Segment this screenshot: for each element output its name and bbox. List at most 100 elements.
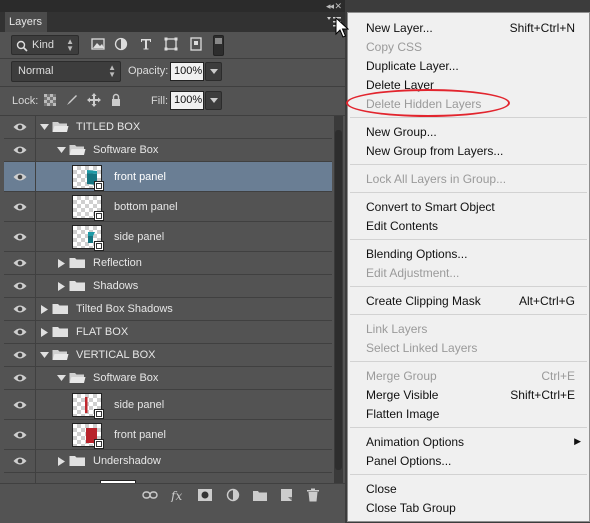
layer-group-row[interactable]: Software Box	[4, 139, 332, 162]
eye-icon	[13, 328, 27, 336]
menu-item-panel-options[interactable]: Panel Options...	[366, 454, 581, 469]
menu-item-label: Copy CSS	[366, 40, 423, 54]
layer-name: front panel	[114, 428, 166, 441]
lock-image-pixels-icon[interactable]	[65, 93, 79, 107]
menu-item-label: Panel Options...	[366, 454, 452, 468]
expand-triangle-down-icon[interactable]	[40, 123, 49, 132]
expand-triangle-right-icon[interactable]	[40, 328, 49, 337]
link-icon[interactable]	[142, 488, 158, 502]
eye-icon	[13, 457, 27, 465]
layer-row[interactable]: front panel	[4, 420, 332, 450]
new-layer-icon[interactable]	[279, 488, 295, 502]
menu-separator	[350, 286, 587, 287]
visibility-toggle[interactable]	[4, 344, 36, 366]
layer-row[interactable]: bottom panel	[4, 192, 332, 222]
scrollbar-thumb[interactable]	[335, 130, 342, 470]
folder-open-icon	[52, 350, 69, 360]
menu-item-new-group[interactable]: New Group...	[366, 125, 581, 140]
visibility-toggle[interactable]	[4, 420, 36, 449]
visibility-toggle[interactable]	[4, 450, 36, 472]
menu-item-close-tab-group[interactable]: Close Tab Group	[366, 501, 581, 516]
expand-triangle-down-icon[interactable]	[57, 374, 66, 383]
smart-object-badge-icon	[94, 438, 104, 449]
expand-triangle-down-icon[interactable]	[57, 146, 66, 155]
layer-group-row[interactable]: Reflection	[4, 252, 332, 275]
expand-triangle-right-icon[interactable]	[57, 259, 66, 268]
menu-item-close[interactable]: Close	[366, 482, 581, 497]
visibility-toggle[interactable]	[4, 252, 36, 274]
menu-item-merge-visible[interactable]: Merge Visible Shift+Ctrl+E	[366, 388, 581, 403]
visibility-toggle[interactable]	[4, 116, 36, 138]
menu-item-edit-contents[interactable]: Edit Contents	[366, 219, 581, 234]
expand-triangle-right-icon[interactable]	[57, 457, 66, 466]
trash-icon[interactable]	[305, 488, 321, 502]
layer-group-row[interactable]: VERTICAL BOX	[4, 344, 332, 367]
fill-input[interactable]: 100%	[170, 91, 204, 110]
close-panel-button[interactable]: ✕	[334, 0, 342, 12]
layer-row[interactable]: front panel	[4, 162, 332, 192]
opacity-dropdown-button[interactable]	[205, 62, 222, 81]
menu-item-select-linked-layers: Select Linked Layers	[366, 341, 581, 356]
fill-dropdown-button[interactable]	[205, 91, 222, 110]
expand-triangle-right-icon[interactable]	[40, 305, 49, 314]
collapse-panel-button[interactable]: ◂◂	[326, 0, 334, 12]
menu-item-blending-options[interactable]: Blending Options...	[366, 247, 581, 262]
expand-triangle-right-icon[interactable]	[57, 282, 66, 291]
menu-item-convert-to-smart-object[interactable]: Convert to Smart Object	[366, 200, 581, 215]
layer-group-row[interactable]: Tilted Box Shadows	[4, 298, 332, 321]
menu-separator	[350, 314, 587, 315]
highlight-annotation-ring	[346, 89, 510, 117]
visibility-toggle[interactable]	[4, 139, 36, 161]
adjustment-layer-filter-icon[interactable]	[113, 36, 129, 52]
layer-group-row[interactable]: Undershadow	[4, 450, 332, 473]
tab-layers[interactable]: Layers	[5, 12, 47, 32]
layer-group-row[interactable]: Shadows	[4, 275, 332, 298]
visibility-toggle[interactable]	[4, 192, 36, 221]
visibility-toggle[interactable]	[4, 321, 36, 343]
fx-icon[interactable]: fx	[170, 488, 186, 502]
layer-row[interactable]	[4, 473, 332, 483]
menu-item-label: Select Linked Layers	[366, 341, 478, 355]
blend-mode-select[interactable]: Normal ▲ ▼	[11, 61, 121, 82]
lock-all-icon[interactable]	[109, 93, 123, 107]
menu-separator	[350, 361, 587, 362]
menu-item-new-layer[interactable]: New Layer... Shift+Ctrl+N	[366, 21, 581, 36]
folder-icon[interactable]	[252, 488, 268, 502]
visibility-toggle[interactable]	[4, 390, 36, 419]
filter-kind-select[interactable]: Kind ▲ ▼	[11, 35, 79, 55]
menu-item-shortcut: Ctrl+E	[541, 369, 575, 383]
visibility-toggle[interactable]	[4, 222, 36, 251]
menu-item-new-group-from-layers[interactable]: New Group from Layers...	[366, 144, 581, 159]
layer-group-row[interactable]: FLAT BOX	[4, 321, 332, 344]
shape-layer-filter-icon[interactable]	[163, 36, 179, 52]
visibility-toggle[interactable]	[4, 367, 36, 389]
lock-position-icon[interactable]	[87, 93, 101, 107]
visibility-toggle[interactable]	[4, 162, 36, 191]
opacity-input[interactable]: 100%	[170, 62, 204, 81]
menu-item-flatten-image[interactable]: Flatten Image	[366, 407, 581, 422]
chevron-down-icon	[210, 98, 218, 103]
filter-toggle-switch[interactable]	[213, 35, 224, 56]
layer-group-row[interactable]: Software Box	[4, 367, 332, 390]
lock-transparent-pixels-icon[interactable]	[43, 93, 57, 107]
layer-group-row[interactable]: TITLED BOX	[4, 116, 332, 139]
mask-icon[interactable]	[197, 488, 213, 502]
layer-row[interactable]: side panel	[4, 390, 332, 420]
expand-triangle-down-icon[interactable]	[40, 351, 49, 360]
layer-name: front panel	[114, 170, 166, 183]
menu-item-duplicate-layer[interactable]: Duplicate Layer...	[366, 59, 581, 74]
menu-item-animation-options[interactable]: Animation Options ▶	[366, 435, 581, 450]
visibility-toggle[interactable]	[4, 298, 36, 320]
menu-item-create-clipping-mask[interactable]: Create Clipping Mask Alt+Ctrl+G	[366, 294, 581, 309]
menu-item-copy-css: Copy CSS	[366, 40, 581, 55]
visibility-toggle[interactable]	[4, 473, 36, 483]
adjustment-icon[interactable]	[225, 488, 241, 502]
type-layer-filter-icon[interactable]	[138, 36, 154, 52]
pixel-layer-filter-icon[interactable]	[90, 36, 106, 52]
smart-object-badge-icon	[94, 210, 104, 221]
smart-object-filter-icon[interactable]	[188, 36, 204, 52]
menu-item-label: Flatten Image	[366, 407, 440, 421]
layer-row[interactable]: side panel	[4, 222, 332, 252]
visibility-toggle[interactable]	[4, 275, 36, 297]
menu-item-label: Edit Adjustment...	[366, 266, 460, 280]
